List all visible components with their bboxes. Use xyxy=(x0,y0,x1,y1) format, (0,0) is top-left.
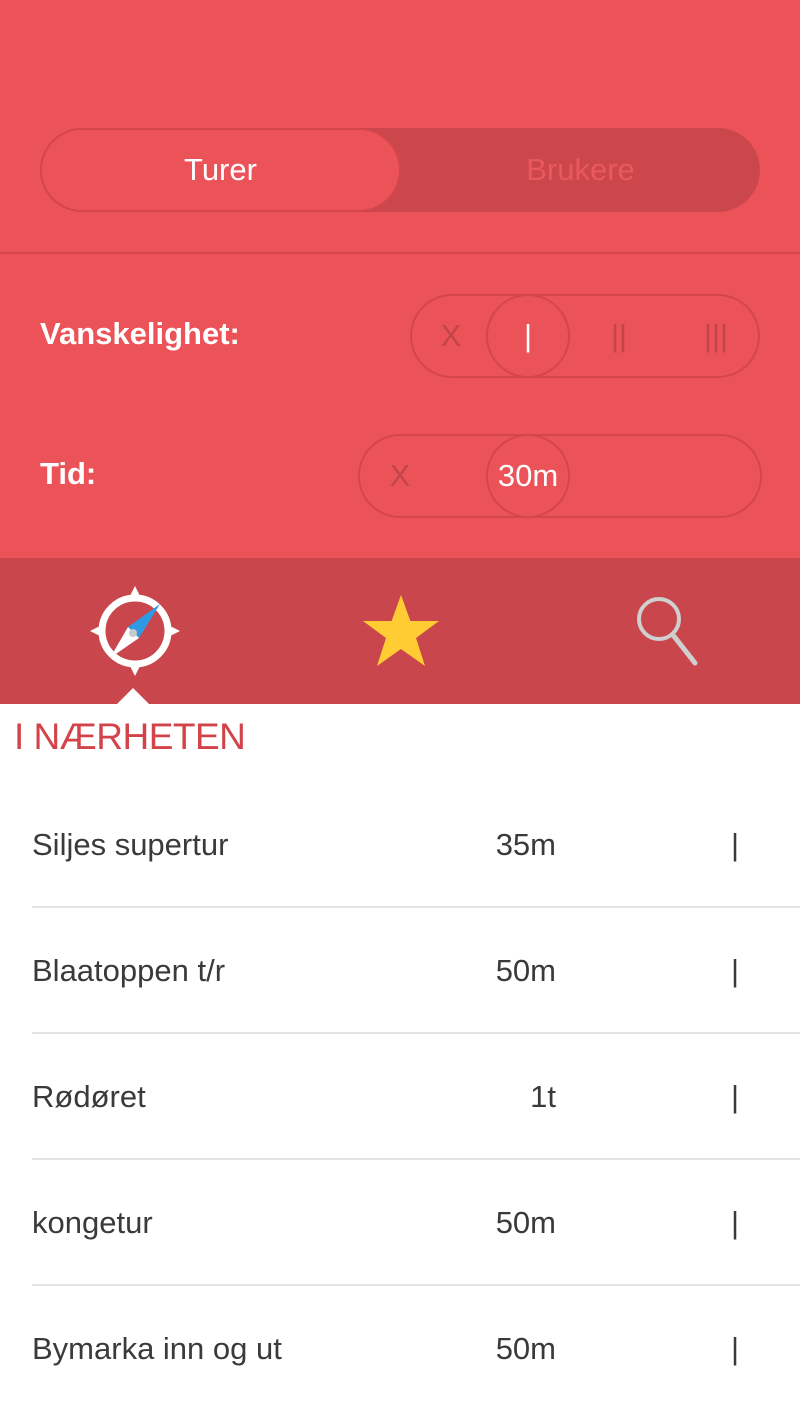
trip-name: Bymarka inn og ut xyxy=(32,1331,282,1366)
mode-segmented-control: Turer Brukere xyxy=(40,128,760,212)
time-option-30m[interactable]: 30m xyxy=(486,436,570,516)
section-title: I NÆRHETEN xyxy=(14,716,246,757)
trip-duration: 50m xyxy=(495,1205,556,1240)
segment-brukere[interactable]: Brukere xyxy=(401,128,760,212)
segment-turer[interactable]: Turer xyxy=(40,128,401,212)
difficulty-label: Vanskelighet: xyxy=(40,316,240,351)
time-label: Tid: xyxy=(40,456,97,491)
list-item[interactable]: Blaatoppen t/r 50m | xyxy=(0,908,800,1034)
difficulty-selector[interactable]: X | || ||| xyxy=(410,294,760,378)
difficulty-option-easy[interactable]: | xyxy=(486,296,570,376)
list-item[interactable]: Rødøret 1t | xyxy=(0,1034,800,1160)
list-item[interactable]: Siljes supertur 35m | xyxy=(0,782,800,908)
trip-duration: 50m xyxy=(495,1331,556,1366)
time-selector[interactable]: X 30m xyxy=(358,434,762,518)
trip-list: Siljes supertur 35m | Blaatoppen t/r 50m… xyxy=(0,782,800,1402)
tab-bar xyxy=(0,558,800,704)
trip-name: Blaatoppen t/r xyxy=(32,953,226,988)
tab-favorites[interactable] xyxy=(268,558,534,704)
difficulty-option-none[interactable]: X xyxy=(420,296,482,376)
time-option-none[interactable]: X xyxy=(372,436,428,516)
trip-difficulty: | xyxy=(730,1205,740,1240)
trip-name: Siljes supertur xyxy=(32,827,229,862)
trip-duration: 50m xyxy=(495,953,556,988)
trip-duration: 1t xyxy=(530,1079,556,1114)
active-tab-indicator xyxy=(117,688,149,704)
trip-difficulty: | xyxy=(730,1331,740,1366)
trip-name: kongetur xyxy=(32,1205,153,1240)
trip-name: Rødøret xyxy=(32,1079,146,1114)
compass-icon xyxy=(90,586,180,676)
panel-divider xyxy=(0,252,800,254)
trip-difficulty: | xyxy=(730,953,740,988)
trip-duration: 35m xyxy=(495,827,556,862)
difficulty-option-medium[interactable]: || xyxy=(582,296,656,376)
list-item[interactable]: kongetur 50m | xyxy=(0,1160,800,1286)
trip-difficulty: | xyxy=(730,827,740,862)
search-icon xyxy=(637,597,698,666)
tab-search[interactable] xyxy=(534,558,800,704)
list-item[interactable]: Bymarka inn og ut 50m | xyxy=(0,1286,800,1402)
star-icon xyxy=(363,595,439,666)
difficulty-option-hard[interactable]: ||| xyxy=(676,296,756,376)
filter-panel: Turer Brukere Vanskelighet: X | || ||| T… xyxy=(0,0,800,558)
tab-nearby[interactable] xyxy=(2,558,268,704)
trip-difficulty: | xyxy=(730,1079,740,1114)
